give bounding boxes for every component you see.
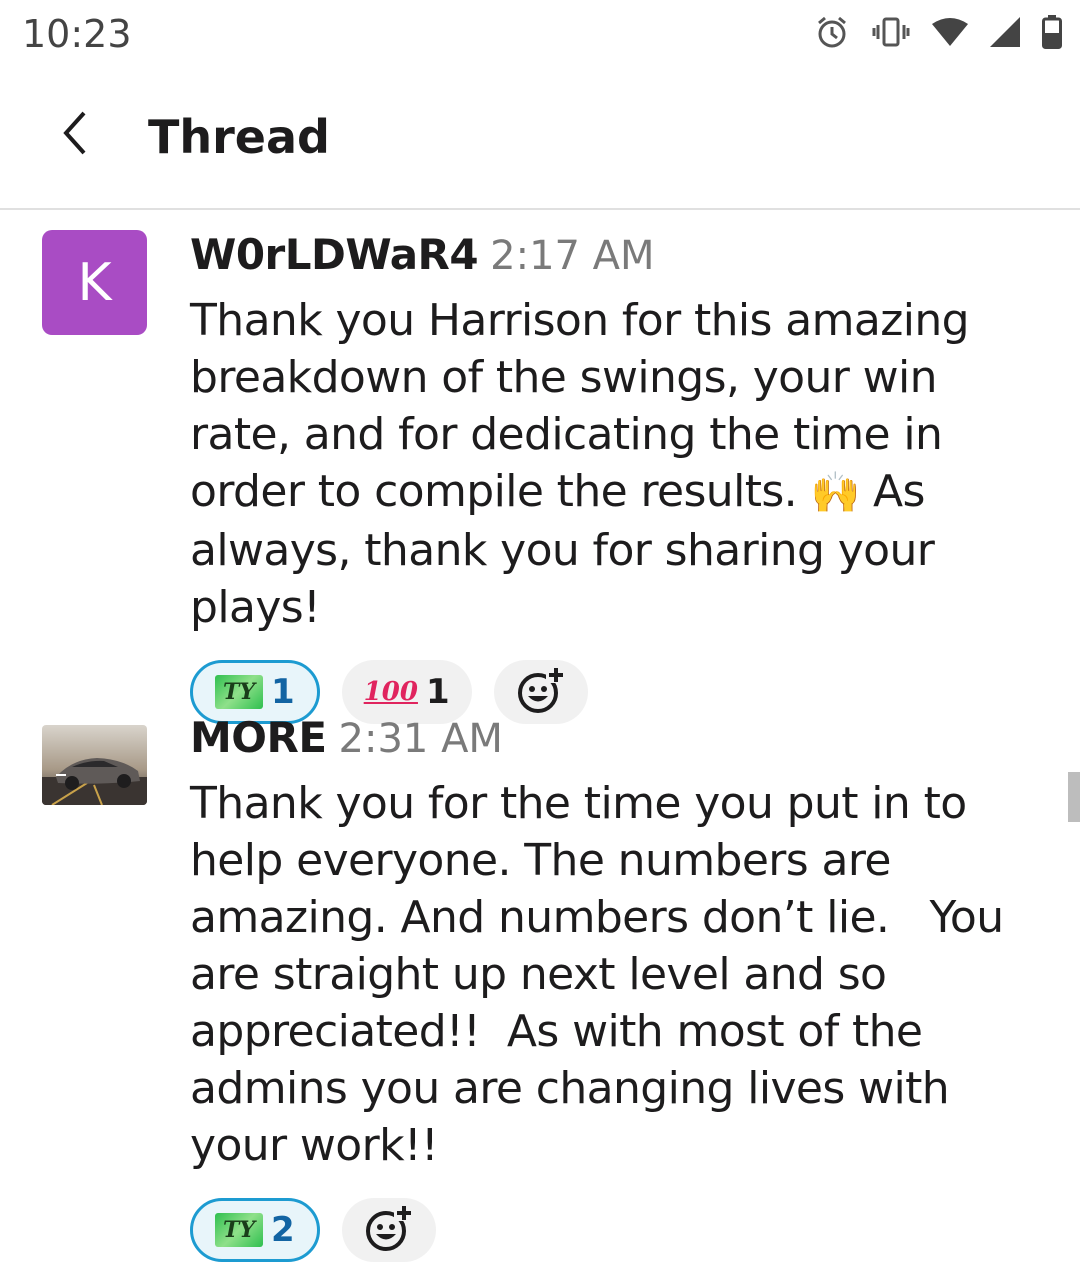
wifi-icon <box>932 18 968 46</box>
message-time: 2:17 AM <box>490 233 655 279</box>
thread-header: Thread <box>0 66 1080 210</box>
status-icons <box>814 12 1062 52</box>
message-header: W0rLDWaR4 2:17 AM <box>190 230 1040 286</box>
battery-icon <box>1042 15 1062 49</box>
reactions-bar: TY 2 <box>190 1198 1040 1262</box>
raised-hands-icon: 🙌 <box>810 470 860 516</box>
add-reaction-button[interactable] <box>341 1198 436 1262</box>
alarm-icon <box>814 14 850 50</box>
message-header: MORE 2:31 AM <box>190 713 1040 769</box>
status-time: 10:23 <box>22 12 132 56</box>
signal-icon <box>990 17 1020 47</box>
add-reaction-icon <box>364 1203 414 1257</box>
ty-emoji-icon: TY <box>215 675 263 709</box>
page-title: Thread <box>148 110 330 164</box>
avatar-letter: K <box>77 252 112 313</box>
message-author[interactable]: W0rLDWaR4 <box>190 230 479 279</box>
car-photo-icon <box>42 725 147 805</box>
hundred-points-icon: 100 <box>363 677 418 707</box>
chevron-left-icon <box>60 110 90 160</box>
reaction-count: 2 <box>271 1210 295 1250</box>
reaction-ty[interactable]: TY 2 <box>190 1198 320 1262</box>
reaction-count: 1 <box>425 672 450 712</box>
vibrate-icon <box>872 17 910 47</box>
message-body: W0rLDWaR4 2:17 AM Thank you Harrison for… <box>190 230 1040 724</box>
status-bar: 10:23 <box>0 0 1080 66</box>
message-text: Thank you for the time you put in to hel… <box>190 778 1017 1171</box>
message-author[interactable]: MORE <box>190 713 327 762</box>
scrollbar-thumb[interactable] <box>1068 772 1080 822</box>
reaction-count: 1 <box>271 672 295 712</box>
message-time: 2:31 AM <box>338 716 503 762</box>
message-body: MORE 2:31 AM Thank you for the time you … <box>190 713 1040 1262</box>
message-text: Thank you Harrison for this amazing brea… <box>190 292 1040 636</box>
back-button[interactable] <box>40 100 110 170</box>
add-reaction-icon <box>516 665 566 719</box>
avatar[interactable]: K <box>42 230 147 335</box>
avatar[interactable] <box>42 725 147 805</box>
ty-emoji-icon: TY <box>215 1213 263 1247</box>
